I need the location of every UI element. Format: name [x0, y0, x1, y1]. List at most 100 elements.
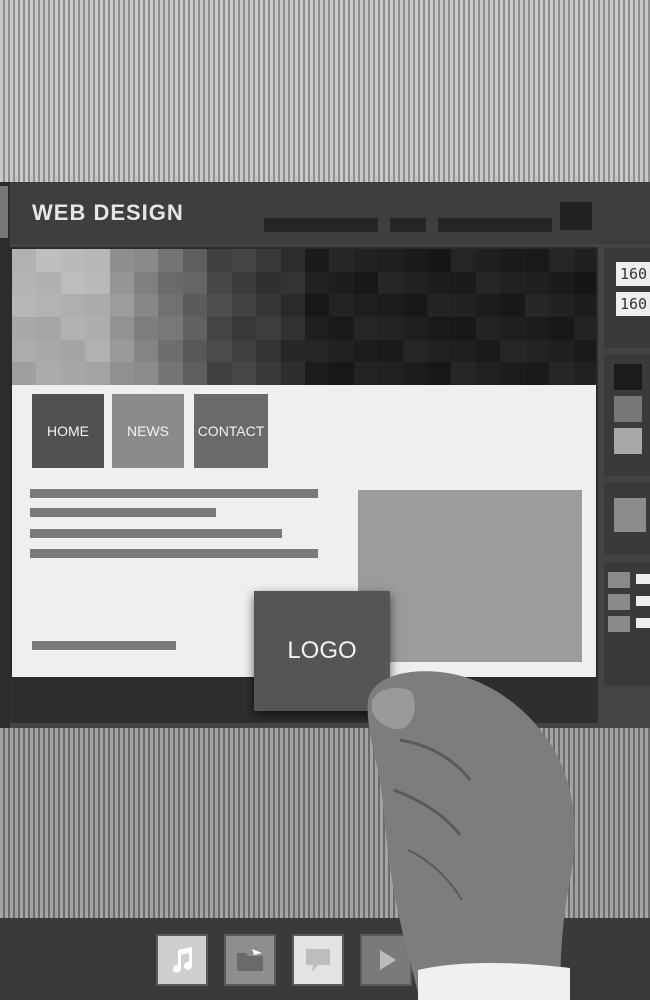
hero-pixel	[158, 339, 183, 363]
hero-pixel	[500, 249, 525, 272]
hero-pixel	[134, 362, 159, 385]
hero-pixel	[60, 249, 86, 272]
layer-item[interactable]	[608, 572, 630, 588]
hero-pixel	[353, 271, 379, 295]
hero-pixel	[36, 316, 61, 340]
side-panel-preview	[604, 482, 650, 554]
chat-icon[interactable]	[292, 934, 344, 986]
left-toolbar-tab[interactable]	[0, 186, 8, 238]
layer-label	[636, 618, 650, 628]
hero-pixel	[451, 294, 476, 317]
hero-pixel	[12, 339, 37, 363]
hero-pixel	[85, 249, 110, 272]
hero-pixel	[256, 294, 281, 317]
hero-pixel	[85, 294, 110, 317]
window-title: WEB DESIGN	[32, 200, 184, 225]
bottom-dock	[0, 918, 650, 1000]
hero-pixel	[524, 362, 550, 385]
hero-pixel	[182, 316, 208, 340]
color-swatch[interactable]	[614, 396, 642, 422]
titlebar-square[interactable]	[560, 202, 592, 230]
hero-pixel	[451, 339, 476, 363]
nav-contact-button[interactable]: CONTACT	[194, 394, 268, 468]
hero-pixel	[378, 294, 403, 317]
hero-pixel	[427, 271, 452, 295]
hero-pixel	[378, 362, 403, 385]
hero-pixel	[182, 271, 208, 295]
hero-pixel	[500, 362, 525, 385]
hero-pixel	[109, 339, 135, 363]
hero-pixel	[475, 249, 501, 272]
hero-pixel	[207, 271, 232, 295]
side-value: 160	[616, 292, 650, 316]
text-placeholder-line	[30, 489, 318, 498]
hero-pixel	[549, 271, 574, 295]
hero-pixel	[85, 362, 110, 385]
hero-pixel	[427, 339, 452, 363]
hero-pixel	[475, 362, 501, 385]
hero-pixel	[134, 316, 159, 340]
hero-pixel	[402, 362, 428, 385]
hero-pixel	[402, 294, 428, 317]
hero-pixel	[402, 316, 428, 340]
hero-pixel	[182, 294, 208, 317]
hero-pixel	[158, 316, 183, 340]
hero-pixel	[12, 271, 37, 295]
hero-pixel	[207, 294, 232, 317]
hero-pixel	[280, 339, 305, 363]
hero-pixel	[573, 249, 596, 272]
hero-pixel	[304, 316, 330, 340]
hero-pixel	[475, 294, 501, 317]
hero-pixel	[378, 339, 403, 363]
hero-pixel	[36, 271, 61, 295]
layer-item[interactable]	[608, 594, 630, 610]
color-swatch[interactable]	[614, 498, 646, 532]
hero-pixel	[158, 362, 183, 385]
hero-pixel	[60, 362, 86, 385]
folder-icon[interactable]	[224, 934, 276, 986]
hero-pixel	[427, 362, 452, 385]
hero-pixel	[134, 249, 159, 272]
nav-news-button[interactable]: NEWS	[112, 394, 184, 468]
hero-pixel	[329, 339, 354, 363]
hero-pixel	[353, 339, 379, 363]
hero-pixel	[280, 294, 305, 317]
hero-pixel	[304, 362, 330, 385]
color-swatch[interactable]	[614, 428, 642, 454]
striped-background-top	[0, 0, 650, 182]
hero-pixel	[231, 362, 257, 385]
hero-pixel	[378, 316, 403, 340]
layer-item[interactable]	[608, 616, 630, 632]
layer-label	[636, 574, 650, 584]
music-icon[interactable]	[156, 934, 208, 986]
hero-pixel	[549, 249, 574, 272]
hero-pixel	[85, 316, 110, 340]
hero-pixel	[353, 316, 379, 340]
hero-pixel	[109, 249, 135, 272]
hero-pixel	[207, 316, 232, 340]
hero-pixel	[500, 316, 525, 340]
hero-pixel	[12, 362, 37, 385]
image-placeholder	[358, 490, 582, 662]
hero-pixel	[304, 249, 330, 272]
hero-pixel	[549, 294, 574, 317]
play-icon[interactable]	[360, 934, 412, 986]
hero-pixel	[353, 249, 379, 272]
hero-pixel	[451, 316, 476, 340]
striped-background-bottom	[0, 728, 650, 918]
hero-pixel	[158, 249, 183, 272]
hero-pixel	[500, 294, 525, 317]
hero-pixel	[549, 316, 574, 340]
nav-home-button[interactable]: HOME	[32, 394, 104, 468]
side-value: 160	[616, 262, 650, 286]
color-swatch[interactable]	[614, 364, 642, 390]
hero-pixel	[231, 339, 257, 363]
hero-pixel	[36, 249, 61, 272]
hero-pixel	[524, 294, 550, 317]
hero-pixel	[12, 294, 37, 317]
text-placeholder-line	[32, 641, 176, 650]
hero-pixel	[109, 294, 135, 317]
logo-card[interactable]: LOGO	[254, 591, 390, 711]
hero-pixel	[329, 271, 354, 295]
hero-pixel	[36, 294, 61, 317]
